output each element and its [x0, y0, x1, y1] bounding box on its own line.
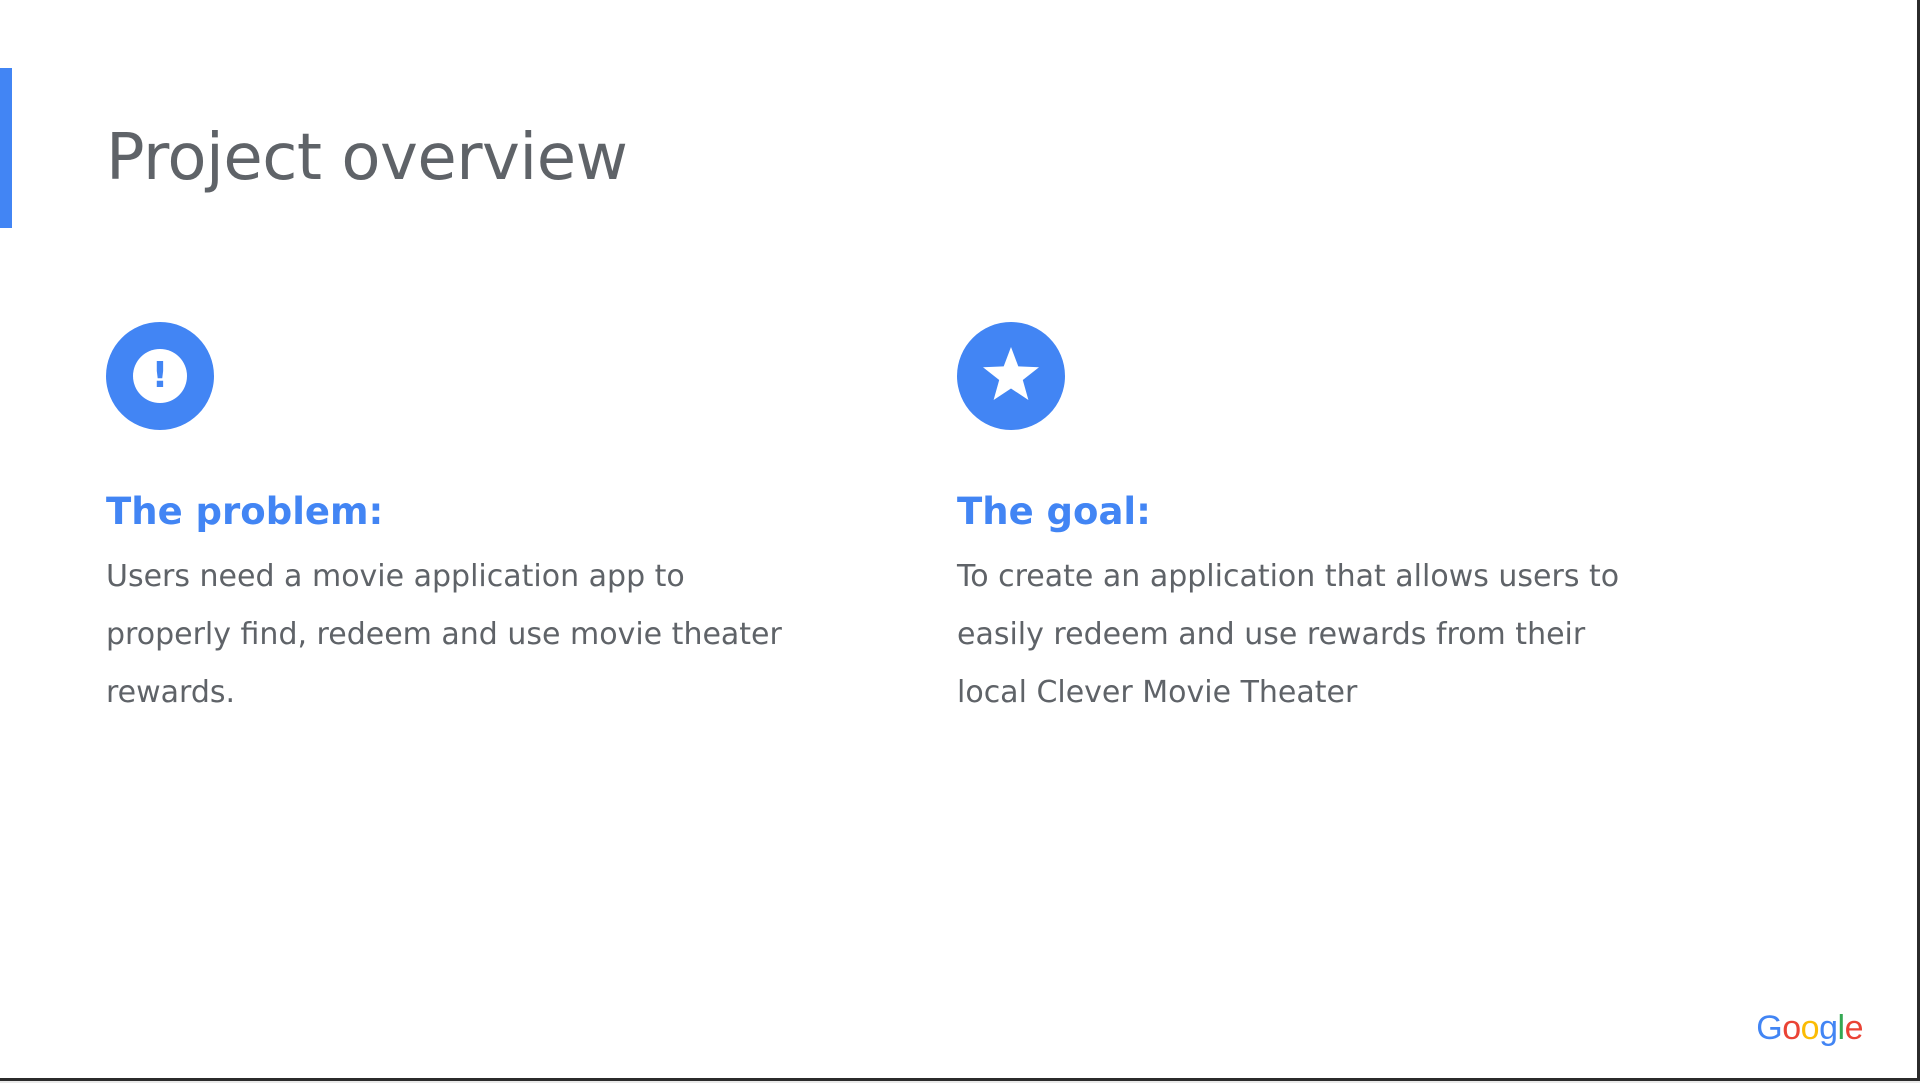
title-accent-bar: [0, 68, 12, 228]
logo-letter: o: [1782, 1009, 1801, 1047]
problem-body: Users need a movie application app to pr…: [106, 559, 782, 711]
logo-letter: G: [1756, 1009, 1783, 1047]
exclamation-circle-icon: !: [106, 322, 214, 430]
google-logo: Google: [1756, 1009, 1863, 1048]
logo-letter: e: [1844, 1009, 1864, 1047]
slide: Project overview ! The problem: Users ne…: [0, 0, 1920, 1081]
problem-heading: The problem:: [106, 490, 384, 533]
page-title: Project overview: [106, 121, 628, 195]
star-icon: [983, 347, 1039, 400]
star-circle-icon: [957, 322, 1065, 430]
logo-letter: o: [1800, 1009, 1820, 1047]
logo-letter: l: [1837, 1009, 1846, 1047]
goal-section: The goal: To create an application that …: [957, 322, 1657, 722]
goal-body: To create an application that allows use…: [957, 559, 1620, 711]
goal-heading: The goal:: [957, 490, 1151, 533]
exclamation-glyph: !: [133, 349, 187, 403]
logo-letter: g: [1819, 1009, 1838, 1047]
problem-section: ! The problem: Users need a movie applic…: [106, 322, 806, 722]
